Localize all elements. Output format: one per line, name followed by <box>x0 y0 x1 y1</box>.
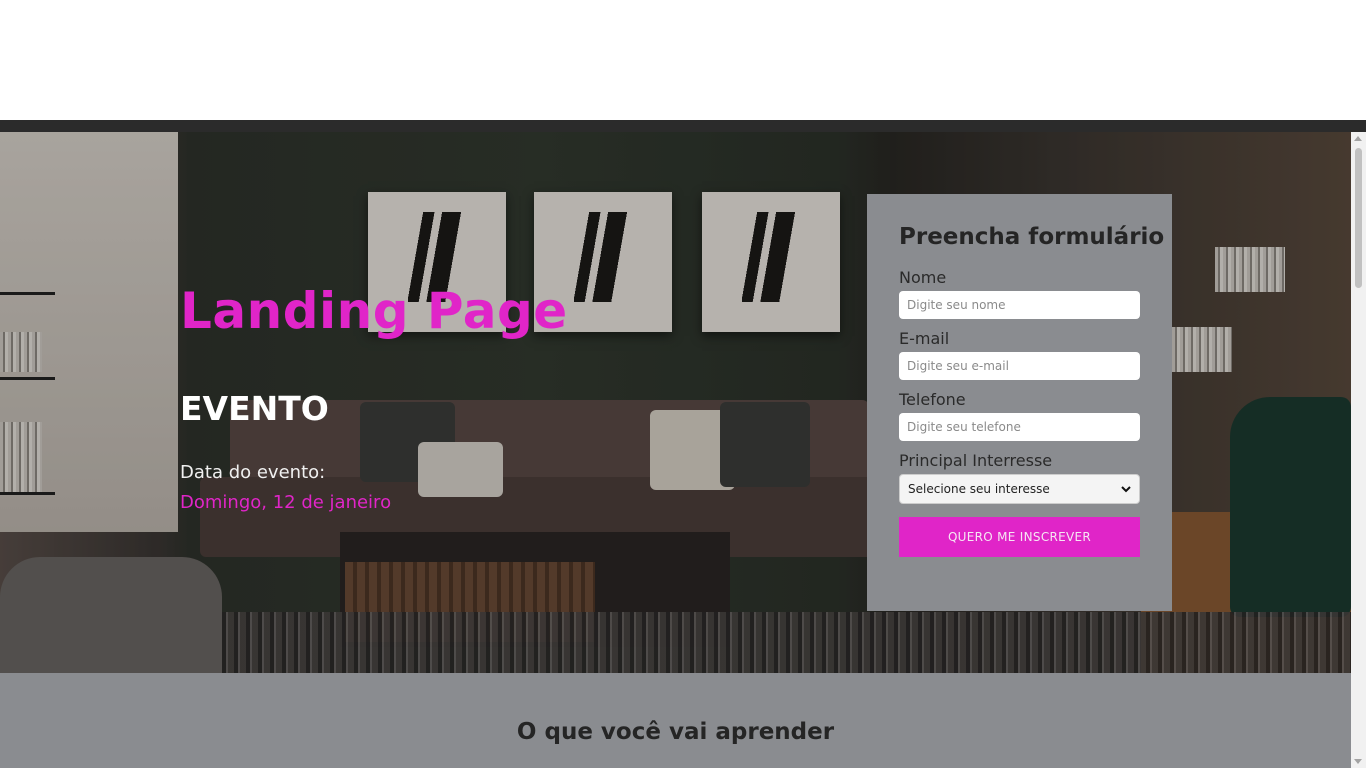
scroll-down-icon[interactable] <box>1354 759 1362 764</box>
form-title: Preencha formulário <box>899 224 1165 250</box>
page-viewport: Landing Page EVENTO Data do evento: Domi… <box>0 132 1351 768</box>
bookmarks-bar <box>0 120 1366 132</box>
event-date-label: Data do evento: <box>180 462 326 483</box>
interest-label: Principal Interresse <box>899 451 1053 470</box>
learn-section-title: O que você vai aprender <box>516 719 835 745</box>
email-label: E-mail <box>899 329 950 348</box>
signup-form: Preencha formulário Nome E-mail Telefone… <box>867 194 1172 611</box>
event-date-value: Domingo, 12 de janeiro <box>180 492 392 513</box>
name-input[interactable] <box>899 291 1140 319</box>
name-label: Nome <box>899 268 947 287</box>
subscribe-button[interactable]: QUERO ME INSCREVER <box>899 517 1140 557</box>
page-scrollbar[interactable] <box>1351 132 1366 768</box>
learn-section: O que você vai aprender <box>0 673 1351 768</box>
scroll-up-icon[interactable] <box>1354 136 1362 141</box>
phone-label: Telefone <box>899 390 966 409</box>
interest-select[interactable]: Selecione seu interesse <box>899 474 1140 504</box>
phone-input[interactable] <box>899 413 1140 441</box>
interest-select-value: Selecione seu interesse <box>908 482 1050 496</box>
scrollbar-thumb[interactable] <box>1355 148 1362 288</box>
hero-subtitle: EVENTO <box>180 389 329 428</box>
hero-section: Landing Page EVENTO Data do evento: Domi… <box>0 132 1351 673</box>
hero-title: Landing Page <box>180 282 568 340</box>
chevron-down-icon <box>1121 485 1131 492</box>
page-top-blank <box>0 0 1366 120</box>
email-input[interactable] <box>899 352 1140 380</box>
